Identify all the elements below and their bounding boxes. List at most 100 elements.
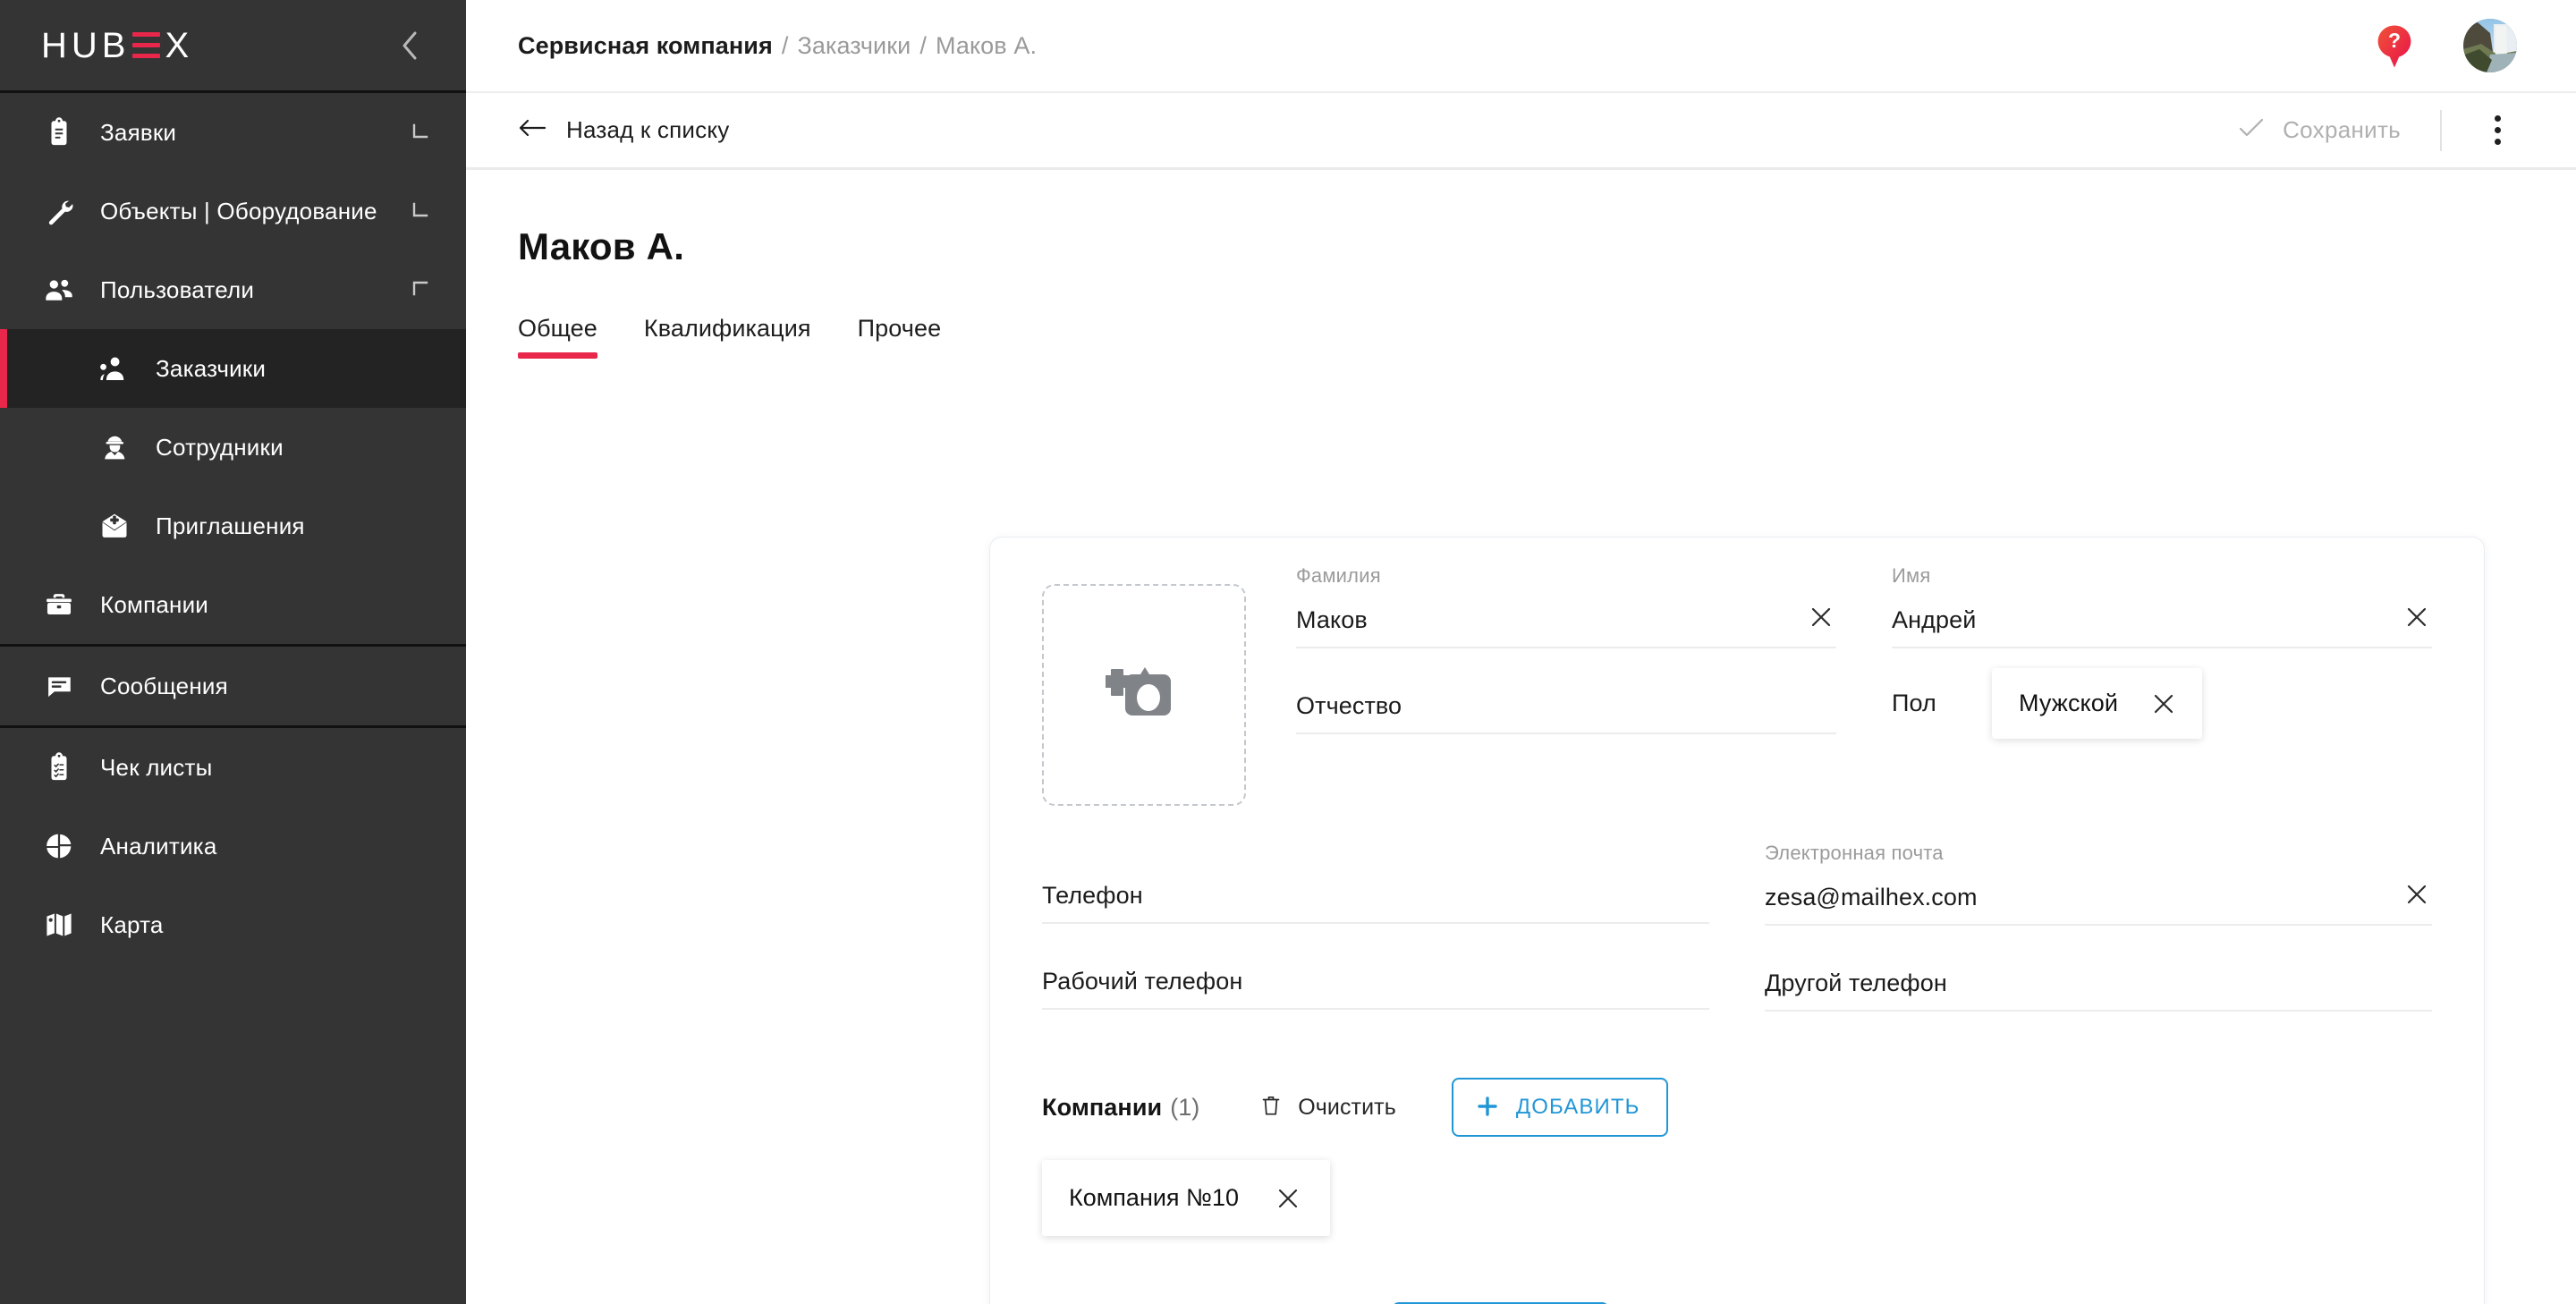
action-bar: Назад к списку Сохранить	[466, 93, 2576, 170]
tab-kvalifikaciya[interactable]: Квалификация	[644, 315, 811, 359]
save-label: Сохранить	[2283, 116, 2401, 143]
clear-icon[interactable]	[2150, 690, 2177, 717]
gender-value-chip[interactable]: Мужской	[1992, 668, 2203, 739]
gender-label: Пол	[1892, 690, 1936, 716]
sidebar-item-label: Чек листы	[100, 753, 213, 781]
phone-placeholder: Телефон	[1042, 881, 1143, 909]
other-phone-field: Другой телефон	[1765, 956, 2432, 1012]
add-photo-icon	[1105, 658, 1182, 732]
last-name-value: Маков	[1296, 605, 1368, 633]
phone-label-spacer	[1042, 842, 1709, 868]
contacts-col-left: Телефон Рабочий телефон	[1042, 842, 1765, 1012]
logo-text-x: X	[165, 25, 194, 65]
sidebar-item-soobshcheniya[interactable]: Сообщения	[0, 647, 466, 725]
sidebar-item-obiekty-oborudovanie[interactable]: Объекты | Оборудование	[0, 172, 466, 250]
middle-name-placeholder: Отчество	[1296, 691, 1402, 719]
breadcrumb-level2[interactable]: Заказчики	[797, 32, 911, 60]
companies-clear-button[interactable]: Очистить	[1260, 1094, 1396, 1122]
identity-col-left: Фамилия Маков Отчество	[1296, 564, 1892, 806]
customer-icon	[97, 351, 132, 386]
arrow-left-icon	[518, 118, 547, 142]
first-name-label: Имя	[1892, 564, 1931, 587]
middle-name-field: Отчество	[1296, 679, 1836, 734]
form-row-identity: Фамилия Маков Отчество Имя Андрей Пол Му…	[1042, 564, 2432, 806]
company-tag[interactable]: Компания №10	[1042, 1160, 1331, 1236]
email-label: Электронная почта	[1765, 842, 1944, 864]
sidebar-item-label: Сотрудники	[156, 433, 284, 461]
contacts-col-right: Электронная почта zesa@mailhex.com Друго…	[1765, 842, 2432, 1012]
sidebar-item-kompanii[interactable]: Компании	[0, 565, 466, 644]
sidebar-collapse-chevron-icon[interactable]	[393, 29, 427, 63]
hubex-logo[interactable]: HUB X	[41, 28, 193, 64]
identity-col-right: Имя Андрей Пол Мужской	[1892, 564, 2432, 806]
sidebar-nav: Заявки Объекты | Оборудование Пользовате…	[0, 93, 466, 1304]
action-bar-right: Сохранить	[2238, 109, 2526, 151]
chat-icon	[41, 668, 77, 704]
sidebar-item-zayavki[interactable]: Заявки	[0, 93, 466, 172]
sidebar-item-label: Заявки	[100, 118, 177, 146]
companies-add-button[interactable]: ДОБАВИТЬ	[1451, 1078, 1669, 1137]
worker-icon	[97, 429, 132, 465]
sidebar-group-tools: Чек листы Аналитика Карта	[0, 728, 466, 964]
clear-icon[interactable]	[1806, 602, 1836, 632]
sidebar-item-label: Пользователи	[100, 275, 255, 303]
breadcrumb-current: Маков А.	[935, 31, 1038, 59]
last-name-field: Фамилия Маков	[1296, 564, 1836, 648]
save-button[interactable]: Сохранить	[2238, 116, 2440, 144]
sidebar-item-label: Аналитика	[100, 832, 217, 859]
sidebar-item-karta[interactable]: Карта	[0, 885, 466, 964]
sidebar-item-label: Заказчики	[156, 354, 267, 382]
logo-text-hub: HUB	[41, 25, 131, 65]
tab-obshchee[interactable]: Общее	[518, 315, 597, 359]
sidebar-item-zakazchiki[interactable]: Заказчики	[0, 329, 466, 408]
sidebar-item-sotrudniki[interactable]: Сотрудники	[0, 408, 466, 487]
phone-field: Телефон	[1042, 842, 1709, 924]
plus-icon	[1477, 1096, 1498, 1120]
sidebar-item-analitika[interactable]: Аналитика	[0, 807, 466, 885]
sidebar: HUB X Заявки Объекты | Оборудование Поль…	[0, 0, 466, 1304]
checklist-icon	[41, 749, 77, 785]
back-to-list-button[interactable]: Назад к списку	[518, 116, 729, 144]
gender-field: Пол Мужской	[1892, 668, 2432, 739]
breadcrumb-separator: /	[919, 31, 927, 59]
topbar-actions: ?	[2376, 19, 2517, 72]
sidebar-item-label: Сообщения	[100, 672, 228, 699]
sidebar-item-label: Объекты | Оборудование	[100, 197, 377, 224]
companies-clear-label: Очистить	[1298, 1094, 1396, 1120]
gender-value: Мужской	[2019, 690, 2119, 716]
sidebar-item-priglasheniya[interactable]: Приглашения	[0, 487, 466, 565]
email-field: Электронная почта zesa@mailhex.com	[1765, 842, 2432, 926]
photo-upload-dropzone[interactable]	[1042, 584, 1246, 806]
email-input[interactable]: zesa@mailhex.com	[1765, 868, 2432, 926]
work-phone-input[interactable]: Рабочий телефон	[1042, 954, 1709, 1010]
corner-down-arrow-icon	[411, 123, 430, 142]
more-options-kebab-icon[interactable]	[2469, 115, 2526, 145]
sidebar-item-polzovateli[interactable]: Пользователи	[0, 250, 466, 329]
last-name-input[interactable]: Маков	[1296, 591, 1836, 648]
help-pin-icon[interactable]: ?	[2376, 24, 2413, 68]
clear-icon[interactable]	[2402, 879, 2432, 910]
breadcrumb: Сервисная компания / Заказчики / Маков А…	[518, 32, 1037, 60]
companies-count: (1)	[1170, 1093, 1200, 1121]
other-phone-input[interactable]: Другой телефон	[1765, 956, 2432, 1012]
avatar[interactable]	[2463, 19, 2517, 72]
middle-name-input[interactable]: Отчество	[1296, 679, 1836, 734]
tab-prochee[interactable]: Прочее	[858, 315, 942, 359]
check-icon	[2238, 117, 2265, 143]
map-icon	[41, 907, 77, 943]
breadcrumb-root[interactable]: Сервисная компания	[518, 32, 773, 60]
company-tag-label: Компания №10	[1069, 1184, 1240, 1211]
sidebar-item-label: Компании	[100, 590, 209, 618]
email-value: zesa@mailhex.com	[1765, 883, 1978, 910]
phone-input[interactable]: Телефон	[1042, 868, 1709, 924]
remove-icon[interactable]	[1275, 1185, 1301, 1212]
form-row-contacts: Телефон Рабочий телефон Электронная почт…	[1042, 842, 2432, 1012]
briefcase-icon	[41, 587, 77, 622]
first-name-input[interactable]: Андрей	[1892, 591, 2432, 648]
work-phone-field: Рабочий телефон	[1042, 954, 1709, 1010]
svg-text:?: ?	[2388, 29, 2401, 52]
invite-envelope-icon	[97, 508, 132, 544]
clear-icon[interactable]	[2402, 602, 2432, 632]
logo-e-bars-icon	[132, 32, 161, 58]
sidebar-item-chek-listy[interactable]: Чек листы	[0, 728, 466, 807]
